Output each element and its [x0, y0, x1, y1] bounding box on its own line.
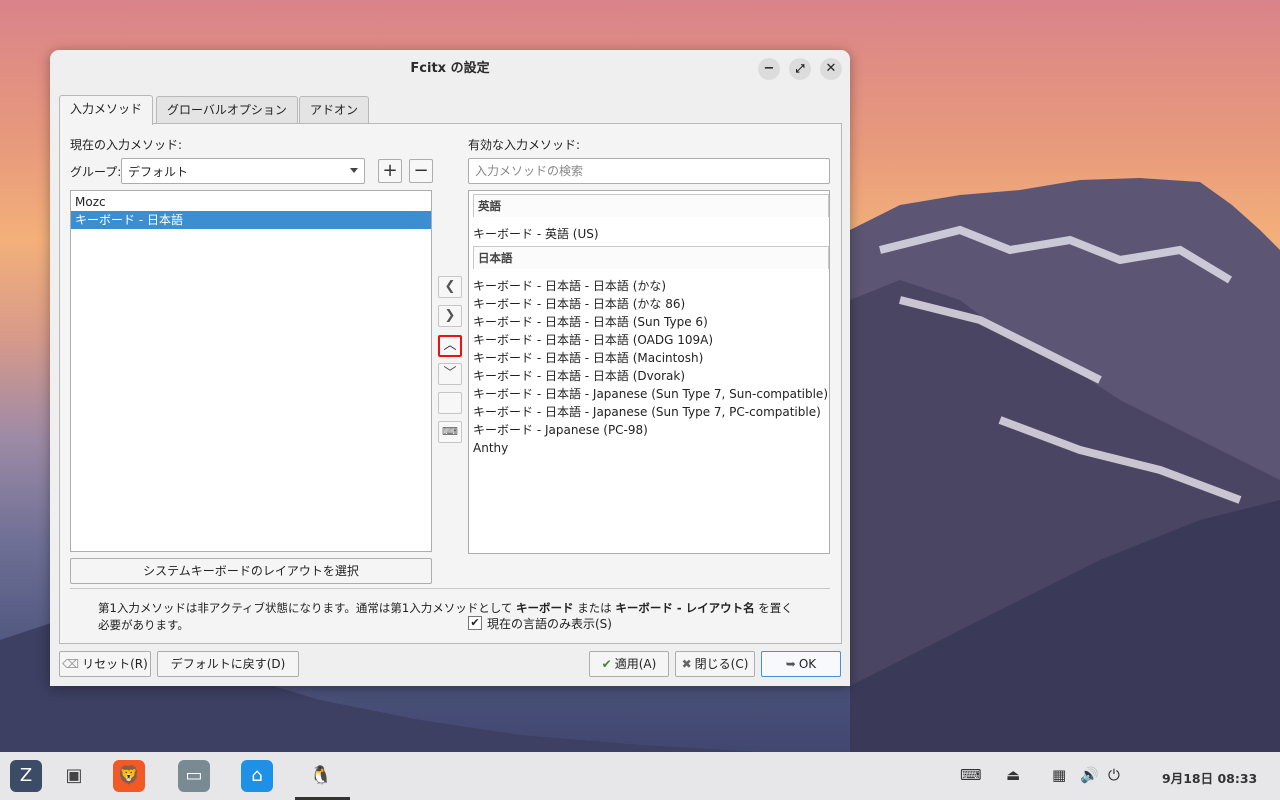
close-label: 閉じる(C) [694, 657, 749, 671]
minimize-icon: − [763, 61, 775, 76]
add-group-button[interactable]: + [378, 159, 402, 183]
tux-app-icon[interactable]: 🐧 [305, 760, 337, 792]
tab-addons[interactable]: アドオン [299, 96, 370, 124]
available-im-list: 英語 キーボード - 英語 (US) 日本語 キーボード - 日本語 - 日本語… [468, 190, 830, 554]
group-select[interactable]: デフォルト [121, 158, 365, 184]
remove-group-button[interactable]: − [409, 159, 433, 183]
restore-defaults-label: デフォルトに戻す(D) [170, 657, 286, 671]
available-im-label: 有効な入力メソッド: [468, 138, 581, 152]
clear-icon: ⌫ [62, 657, 80, 671]
ok-label: OK [798, 657, 817, 671]
select-system-layout-button[interactable]: システムキーボードのレイアウトを選択 [70, 558, 432, 584]
zorin-menu-icon[interactable]: Z [10, 760, 42, 792]
info-bold-2: キーボード - レイアウト名 [615, 601, 755, 615]
list-item[interactable]: キーボード - 日本語 - 日本語 (OADG 109A) [469, 331, 713, 349]
list-item[interactable]: キーボード - 日本語 - Japanese (Sun Type 7, Sun-… [469, 385, 828, 403]
volume-icon[interactable]: 🔊 [1080, 766, 1099, 784]
im-search-input[interactable] [473, 159, 817, 183]
im-search-field[interactable] [468, 158, 830, 184]
workspaces-icon[interactable]: ▣ [58, 760, 90, 792]
check-icon: ✔ [601, 657, 612, 671]
minimize-button[interactable]: − [758, 58, 780, 80]
reset-button[interactable]: ⌫ リセット(R) [59, 651, 151, 677]
minus-icon: − [413, 160, 429, 181]
close-button[interactable]: ✕ [820, 58, 842, 80]
divider [70, 588, 830, 589]
reset-label: リセット(R) [82, 657, 148, 671]
current-im-label: 現在の入力メソッド: [70, 138, 183, 152]
list-item[interactable]: キーボード - 日本語 - 日本語 (かな) [469, 277, 666, 295]
group-select-value: デフォルト [128, 165, 189, 179]
list-item[interactable]: キーボード - 日本語 - 日本語 (Dvorak) [469, 367, 685, 385]
chevron-down-icon: ﹀ [443, 366, 457, 381]
move-up-button[interactable]: ︿ [438, 335, 462, 357]
software-store-icon[interactable]: ⌂ [241, 760, 273, 792]
eject-icon[interactable]: ⏏ [1006, 766, 1020, 784]
file-manager-icon[interactable]: ▭ [178, 760, 210, 792]
tab-input-methods[interactable]: 入力メソッド [59, 95, 154, 125]
move-down-button[interactable]: ﹀ [438, 363, 462, 385]
ok-icon: ➥ [785, 657, 796, 671]
maximize-icon: ⤢ [795, 62, 805, 75]
move-left-button[interactable]: ❮ [438, 276, 462, 298]
list-item[interactable]: キーボード - Japanese (PC-98) [469, 421, 648, 439]
close-icon: ✖ [681, 657, 692, 671]
configure-button[interactable] [438, 392, 462, 414]
info-text-2: または [577, 601, 612, 615]
list-item[interactable]: キーボード - 日本語 - Japanese (Sun Type 7, PC-c… [469, 403, 821, 421]
tab-global-options[interactable]: グローバルオプション [156, 96, 298, 124]
window-title: Fcitx の設定 [410, 61, 490, 76]
restore-defaults-button[interactable]: デフォルトに戻す(D) [157, 651, 299, 677]
info-bold-1: キーボード [516, 601, 574, 615]
input-methods-panel: 現在の入力メソッド: グループ: デフォルト + − Mozc キーボード - … [59, 123, 842, 644]
group-header-japanese: 日本語 [473, 246, 829, 269]
info-text-1: 第1入力メソッドは非アクティブ状態になります。通常は第1入力メソッドとして [98, 601, 513, 615]
brave-browser-icon[interactable]: 🦁 [113, 760, 145, 792]
move-right-button[interactable]: ❯ [438, 305, 462, 327]
power-icon[interactable]: ⏻ [1108, 766, 1120, 784]
current-im-list: Mozc キーボード - 日本語 [70, 190, 432, 552]
chevron-left-icon: ❮ [444, 279, 456, 294]
apply-label: 適用(A) [614, 657, 657, 671]
group-header-english: 英語 [473, 194, 829, 217]
maximize-button[interactable]: ⤢ [789, 58, 811, 80]
network-icon[interactable]: ▦ [1052, 766, 1066, 784]
group-label: グループ: [70, 165, 122, 179]
chevron-up-icon: ︿ [443, 338, 457, 353]
keyboard-icon: ⌨ [442, 425, 458, 438]
chevron-down-icon [350, 168, 358, 173]
chevron-right-icon: ❯ [444, 308, 456, 323]
list-item[interactable]: キーボード - 日本語 - 日本語 (Macintosh) [469, 349, 703, 367]
keyboard-layout-button[interactable]: ⌨ [438, 421, 462, 443]
keyboard-indicator-icon[interactable]: ⌨ [960, 766, 982, 784]
list-item[interactable]: キーボード - 英語 (US) [469, 225, 599, 243]
list-item[interactable]: キーボード - 日本語 - 日本語 (かな 86) [469, 295, 685, 313]
close-icon: ✕ [825, 61, 837, 76]
info-message: 第1入力メソッドは非アクティブ状態になります。通常は第1入力メソッドとして キー… [98, 600, 798, 634]
list-item[interactable]: Anthy [469, 439, 508, 457]
list-item-selected[interactable]: キーボード - 日本語 [71, 211, 431, 229]
ok-button[interactable]: ➥ OK [761, 651, 841, 677]
fcitx-settings-dialog: Fcitx の設定 − ⤢ ✕ 入力メソッド グローバルオプション アドオン 現… [50, 50, 850, 686]
plus-icon: + [382, 160, 398, 181]
taskbar: Z ▣ 🦁 ▭ ⌂ 🐧 ⌨ ⏏ ▦ 🔊 ⏻ 9月18日 08:33 [0, 752, 1280, 800]
clock[interactable]: 9月18日 08:33 [1162, 768, 1257, 787]
list-item[interactable]: キーボード - 日本語 - 日本語 (Sun Type 6) [469, 313, 708, 331]
apply-button[interactable]: ✔ 適用(A) [589, 651, 669, 677]
close-dialog-button[interactable]: ✖ 閉じる(C) [675, 651, 755, 677]
list-item[interactable]: Mozc [71, 193, 431, 211]
